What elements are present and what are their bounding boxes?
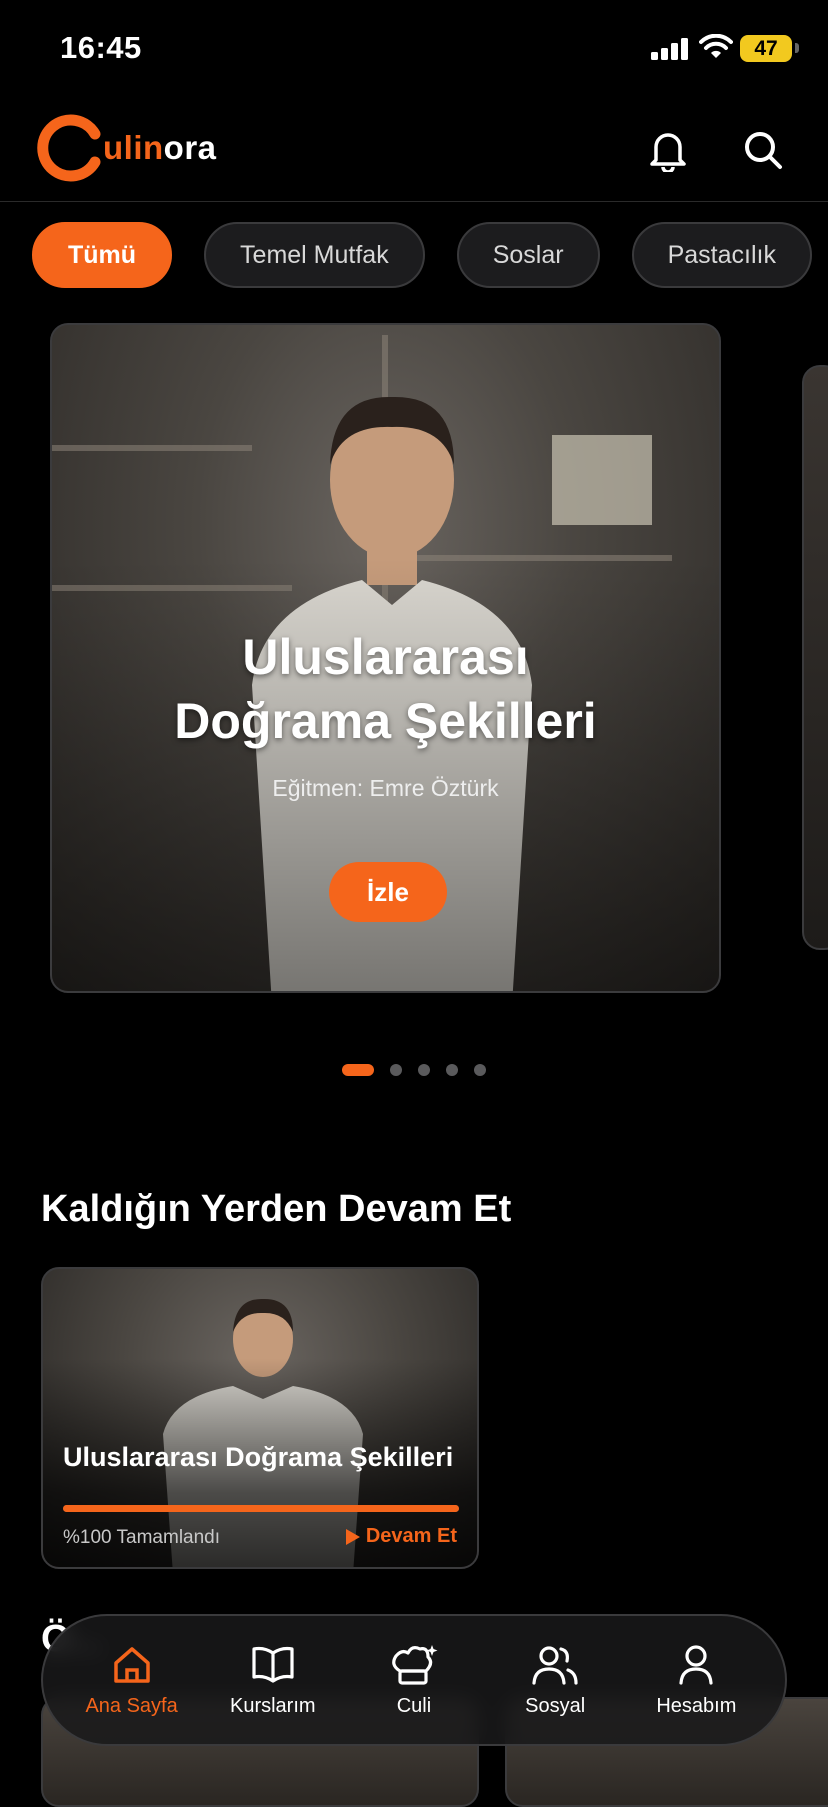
filter-chip-sauces[interactable]: Soslar [456, 222, 600, 288]
logo-wordmark: ulinora [103, 129, 217, 167]
course-progress-bar [63, 1505, 459, 1512]
watch-button[interactable]: İzle [329, 862, 447, 922]
app-logo[interactable]: ulinora [35, 112, 217, 184]
home-icon [113, 1646, 150, 1683]
search-button[interactable] [735, 122, 791, 178]
continue-course-card[interactable]: Uluslararası Doğrama Şekilleri %100 Tama… [41, 1267, 479, 1569]
tab-account[interactable]: Hesabım [631, 1643, 761, 1718]
next-featured-card-peek[interactable] [802, 365, 828, 950]
wifi-icon [699, 34, 733, 58]
resume-button-label: Devam Et [365, 1525, 457, 1547]
logo-mark-icon [37, 114, 101, 182]
card-gradient-overlay [43, 1269, 477, 1567]
continue-section-title: Kaldığın Yerden Devam Et [41, 1188, 512, 1230]
battery-cap [795, 43, 799, 53]
tab-home-label: Ana Sayfa [85, 1694, 178, 1717]
category-filter-bar: Tümü Temel Mutfak Soslar Pastacılık [32, 222, 812, 288]
status-time: 16:45 [60, 30, 142, 65]
play-icon [345, 1528, 360, 1545]
logo-text-part-1: ulin [103, 129, 164, 166]
pagination-dot-active[interactable] [342, 1064, 374, 1076]
tab-culi-label: Culi [396, 1694, 432, 1717]
tab-my-courses[interactable]: Kurslarım [208, 1643, 338, 1718]
filter-chip-pastry[interactable]: Pastacılık [631, 222, 812, 288]
featured-course-title-line-1: Uluslararası [242, 629, 529, 685]
pagination-dot[interactable] [418, 1064, 430, 1076]
carousel-pagination [342, 1064, 486, 1076]
notifications-button[interactable] [640, 122, 696, 178]
featured-course-title: Uluslararası Doğrama Şekilleri [52, 625, 719, 753]
app-header: ulinora [0, 100, 828, 202]
tab-account-label: Hesabım [656, 1694, 737, 1717]
status-bar: 16:45 47 [0, 0, 828, 100]
resume-button[interactable]: Devam Et [345, 1525, 457, 1548]
battery-indicator: 47 [740, 35, 792, 62]
filter-chip-all[interactable]: Tümü [32, 222, 173, 288]
tab-social-label: Sosyal [525, 1694, 586, 1717]
tab-culi[interactable]: Culi [349, 1643, 479, 1718]
book-icon [252, 1646, 294, 1683]
logo-text-part-2: ora [163, 129, 217, 166]
featured-course-card[interactable]: Uluslararası Doğrama Şekilleri Eğitmen: … [50, 323, 721, 993]
bottom-tab-bar: Ana Sayfa Kurslarım Culi Sosyal Hesabım [41, 1614, 787, 1746]
chef-hat-icon [392, 1644, 438, 1685]
tab-my-courses-label: Kurslarım [229, 1694, 316, 1717]
featured-course-instructor: Eğitmen: Emre Öztürk [272, 775, 499, 801]
users-icon [532, 1645, 578, 1685]
continue-course-title: Uluslararası Doğrama Şekilleri [63, 1442, 454, 1472]
pagination-dot[interactable] [390, 1064, 402, 1076]
cellular-signal-icon [651, 38, 688, 60]
featured-course-title-line-2: Doğrama Şekilleri [174, 693, 597, 749]
course-progress-fill [63, 1505, 459, 1512]
bell-icon [650, 133, 686, 172]
pagination-dot[interactable] [446, 1064, 458, 1076]
course-progress-status: %100 Tamamlandı [63, 1527, 221, 1548]
tab-social[interactable]: Sosyal [490, 1643, 620, 1718]
pagination-dot[interactable] [474, 1064, 486, 1076]
tab-home[interactable]: Ana Sayfa [67, 1643, 197, 1718]
filter-chip-basic-kitchen[interactable]: Temel Mutfak [204, 222, 425, 288]
search-icon [745, 132, 782, 169]
user-icon [679, 1644, 713, 1685]
